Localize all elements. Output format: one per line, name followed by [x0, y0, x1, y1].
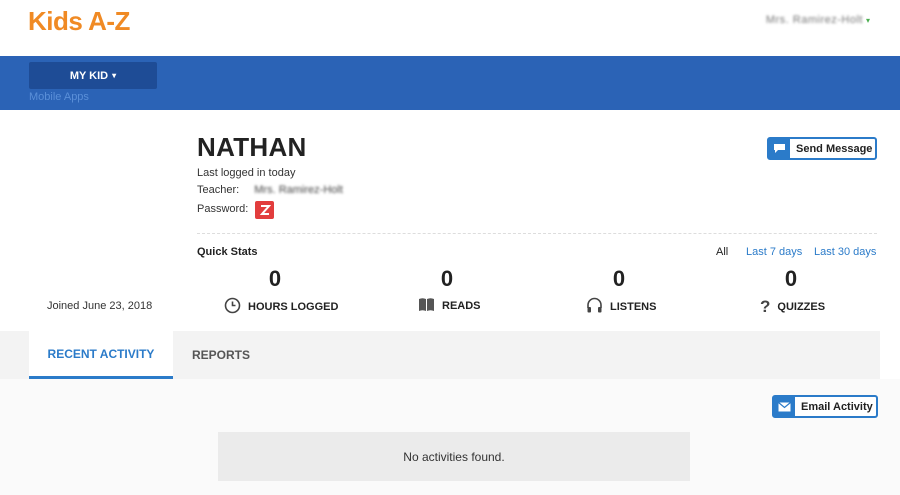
password-label: Password:	[197, 203, 249, 215]
chevron-down-icon: ▾	[112, 71, 117, 80]
mobile-apps-link[interactable]: Mobile Apps	[29, 91, 89, 103]
reads-value: 0	[440, 266, 454, 291]
email-activity-label: Email Activity	[801, 400, 873, 413]
quizzes-value: 0	[784, 266, 798, 291]
kid-name: NATHAN	[197, 132, 307, 162]
chat-bubble-icon	[769, 139, 790, 158]
teacher-value: Mrs. Ramirez-Holt	[254, 184, 343, 196]
last-logged-in: Last logged in today	[197, 167, 296, 179]
listens-value: 0	[612, 266, 626, 291]
teacher-row: Teacher: Mrs. Ramirez-Holt	[197, 184, 343, 196]
send-message-label: Send Message	[796, 142, 873, 155]
email-activity-button[interactable]: Email Activity	[772, 395, 878, 418]
quizzes-label: QUIZZES	[777, 301, 826, 313]
quizzes-stat: ? QUIZZES	[760, 297, 825, 317]
listens-stat: LISTENS	[586, 297, 656, 317]
hours-logged-stat: HOURS LOGGED	[224, 297, 338, 317]
chevron-down-icon[interactable]: ▾	[866, 16, 870, 25]
range-all[interactable]: All	[716, 246, 728, 258]
quick-stats-title: Quick Stats	[197, 246, 258, 258]
activity-tabs: RECENT ACTIVITY REPORTS	[0, 331, 880, 379]
my-kid-label: MY KID	[69, 69, 109, 82]
empty-activity-message: No activities found.	[218, 432, 690, 481]
z-letter-icon[interactable]	[255, 201, 274, 219]
joined-date: Joined June 23, 2018	[47, 300, 153, 312]
tab-recent-activity[interactable]: RECENT ACTIVITY	[29, 331, 173, 379]
reads-label: READS	[442, 300, 481, 312]
tab-reports[interactable]: REPORTS	[178, 331, 264, 379]
range-last-30-days[interactable]: Last 30 days	[814, 246, 876, 258]
hours-logged-value: 0	[268, 266, 282, 291]
listens-label: LISTENS	[610, 301, 657, 313]
question-icon: ?	[760, 297, 771, 316]
account-menu[interactable]: Mrs. Ramirez-Holt ▾	[766, 14, 870, 26]
account-name[interactable]: Mrs. Ramirez-Holt	[766, 14, 863, 26]
headphones-icon	[586, 297, 603, 317]
hours-logged-label: HOURS LOGGED	[248, 301, 339, 313]
reads-stat: READS	[418, 297, 481, 315]
clock-icon	[224, 297, 241, 317]
send-message-button[interactable]: Send Message	[767, 137, 877, 160]
divider	[197, 233, 877, 234]
book-icon	[418, 297, 435, 315]
envelope-icon	[774, 397, 795, 416]
teacher-label: Teacher:	[197, 184, 240, 196]
range-last-7-days[interactable]: Last 7 days	[746, 246, 802, 258]
main-nav: MY KID ▾ Mobile Apps	[0, 56, 900, 110]
my-kid-dropdown[interactable]: MY KID ▾	[29, 62, 157, 89]
kids-az-logo[interactable]: Kids A-Z	[28, 6, 130, 37]
top-header: Kids A-Z Mrs. Ramirez-Holt ▾	[0, 0, 900, 56]
